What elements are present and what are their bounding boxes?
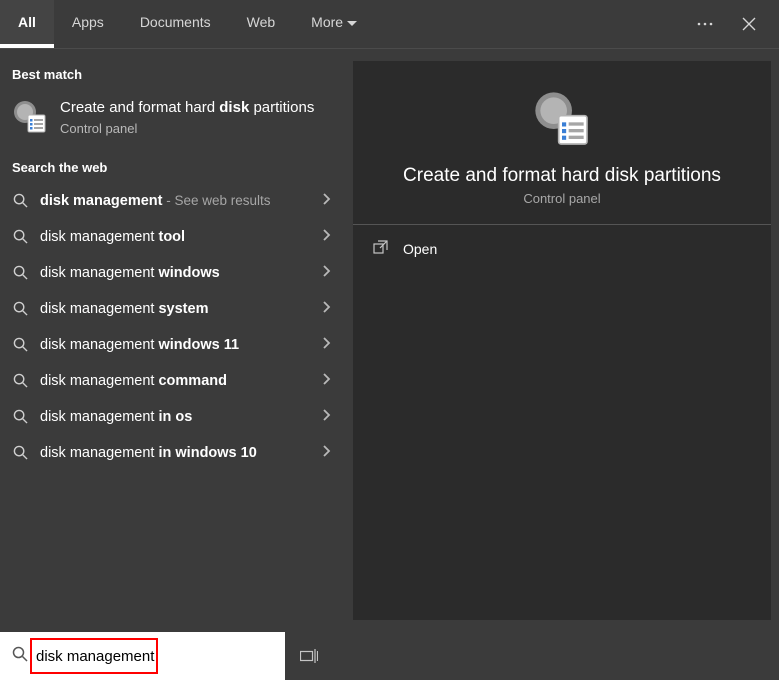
chevron-right-icon xyxy=(323,264,331,282)
search-web-heading: Search the web xyxy=(0,154,341,183)
chevron-right-icon xyxy=(323,192,331,210)
search-icon xyxy=(10,373,30,388)
search-icon xyxy=(10,229,30,244)
search-icon xyxy=(10,301,30,316)
chevron-down-icon xyxy=(347,14,357,30)
search-icon xyxy=(10,445,30,460)
preview-action-open[interactable]: Open xyxy=(353,225,771,273)
filter-tabs: AllAppsDocumentsWebMore xyxy=(0,0,375,48)
chevron-right-icon xyxy=(323,444,331,462)
web-result-row[interactable]: disk management in os xyxy=(0,399,341,435)
filter-tab-apps[interactable]: Apps xyxy=(54,0,122,48)
chevron-right-icon xyxy=(323,228,331,246)
web-result-row[interactable]: disk management tool xyxy=(0,219,341,255)
web-result-text: disk management in os xyxy=(40,409,323,425)
search-icon xyxy=(10,193,30,208)
control-panel-icon xyxy=(12,99,48,135)
best-match-subtitle: Control panel xyxy=(60,121,314,136)
task-view-button[interactable] xyxy=(285,632,333,680)
best-match-heading: Best match xyxy=(0,61,341,90)
search-header: AllAppsDocumentsWebMore xyxy=(0,0,779,49)
preview-column: Create and format hard disk partitions C… xyxy=(341,49,779,632)
filter-tab-documents[interactable]: Documents xyxy=(122,0,229,48)
web-result-text: disk management tool xyxy=(40,229,323,245)
search-input[interactable] xyxy=(36,648,277,665)
search-icon xyxy=(10,409,30,424)
web-result-row[interactable]: disk management system xyxy=(0,291,341,327)
filter-tab-all[interactable]: All xyxy=(0,0,54,48)
more-options-icon[interactable] xyxy=(683,2,727,46)
web-result-text: disk management - See web results xyxy=(40,193,323,209)
search-icon xyxy=(12,646,28,667)
web-result-text: disk management windows xyxy=(40,265,323,281)
web-result-row[interactable]: disk management windows xyxy=(0,255,341,291)
web-result-row[interactable]: disk management in windows 10 xyxy=(0,435,341,471)
preview-panel: Create and format hard disk partitions C… xyxy=(353,61,771,620)
open-icon xyxy=(373,240,389,259)
search-icon xyxy=(10,265,30,280)
chevron-right-icon xyxy=(323,372,331,390)
preview-title: Create and format hard disk partitions xyxy=(403,165,721,187)
search-box[interactable] xyxy=(0,632,285,680)
search-icon xyxy=(10,337,30,352)
web-results-list: disk management - See web results disk ma… xyxy=(0,183,341,471)
preview-header: Create and format hard disk partitions C… xyxy=(353,61,771,225)
web-result-text: disk management system xyxy=(40,301,323,317)
preview-action-label: Open xyxy=(403,241,437,257)
web-result-text: disk management command xyxy=(40,373,323,389)
close-icon[interactable] xyxy=(727,2,771,46)
best-match-title-bold: disk xyxy=(219,99,249,116)
filter-tab-more[interactable]: More xyxy=(293,0,375,48)
best-match-text: Create and format hard disk partitions C… xyxy=(60,98,314,136)
web-result-text: disk management windows 11 xyxy=(40,337,323,353)
filter-tab-web[interactable]: Web xyxy=(229,0,294,48)
web-result-row[interactable]: disk management - See web results xyxy=(0,183,341,219)
best-match-title-pre: Create and format hard xyxy=(60,99,219,116)
chevron-right-icon xyxy=(323,300,331,318)
control-panel-icon xyxy=(532,89,592,149)
preview-subtitle: Control panel xyxy=(523,191,600,206)
web-result-row[interactable]: disk management windows 11 xyxy=(0,327,341,363)
best-match-result[interactable]: Create and format hard disk partitions C… xyxy=(0,90,341,144)
web-result-row[interactable]: disk management command xyxy=(0,363,341,399)
taskbar-search-area xyxy=(0,632,779,680)
web-result-text: disk management in windows 10 xyxy=(40,445,323,461)
results-column: Best match Create and format hard disk p… xyxy=(0,49,341,632)
best-match-title-post: partitions xyxy=(249,99,314,116)
search-body: Best match Create and format hard disk p… xyxy=(0,49,779,632)
chevron-right-icon xyxy=(323,336,331,354)
preview-actions: Open xyxy=(353,225,771,273)
chevron-right-icon xyxy=(323,408,331,426)
